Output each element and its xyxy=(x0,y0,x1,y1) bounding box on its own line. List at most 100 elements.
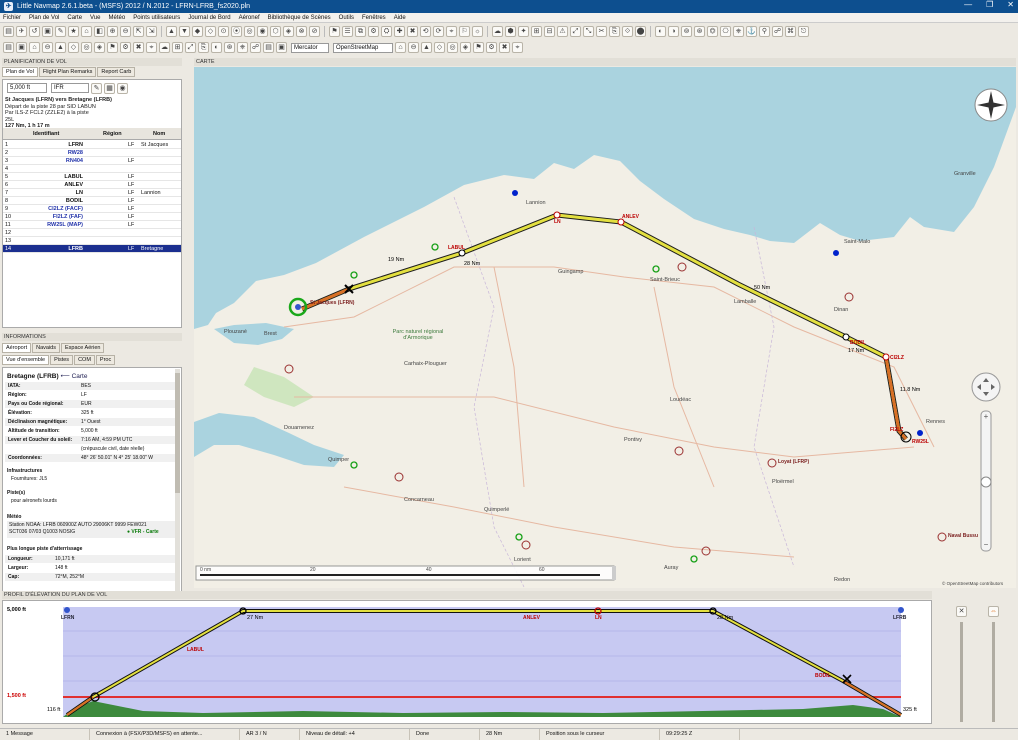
toolbar-tool-icon[interactable]: ▣ xyxy=(42,26,53,37)
maximize-button[interactable]: ❐ xyxy=(986,0,993,9)
toolbar-map-icon[interactable]: ⎈ xyxy=(237,42,248,53)
toolbar-tool-icon[interactable]: ⧉ xyxy=(355,26,366,37)
toolbar-tool-icon[interactable]: ⦿ xyxy=(231,26,242,37)
toolbar-tool-icon[interactable]: ⊚ xyxy=(681,26,692,37)
tab-flightplan[interactable]: Plan de Vol xyxy=(2,67,38,77)
table-row[interactable]: 14 LFRB LF Bretagne xyxy=(3,245,181,253)
tab-overview[interactable]: Vue d'ensemble xyxy=(2,355,50,365)
waypoint-label-ln[interactable]: LN xyxy=(554,219,561,225)
toolbar-tool-icon[interactable]: ⚲ xyxy=(759,26,770,37)
profile-close-icon[interactable]: ✕ xyxy=(956,606,967,617)
toolbar-map-icon[interactable]: ⎘ xyxy=(198,42,209,53)
toolbar-tool-icon[interactable]: ⊘ xyxy=(309,26,320,37)
map-navigator[interactable] xyxy=(971,372,1001,402)
table-row[interactable]: 3 RN404 LF xyxy=(3,157,181,165)
toolbar-tool-icon[interactable]: ⌘ xyxy=(785,26,796,37)
menu-userpoints[interactable]: Points utilisateurs xyxy=(133,15,180,21)
menu-tools[interactable]: Outils xyxy=(339,15,354,21)
toolbar-tool-icon[interactable]: ◉ xyxy=(257,26,268,37)
tab-airport[interactable]: Aéroport xyxy=(2,343,32,353)
map-projection-select[interactable]: Mercator xyxy=(291,42,329,53)
toolbar-map-icon[interactable]: ▲ xyxy=(55,42,66,53)
table-row[interactable]: 1 LFRN LF St Jacques xyxy=(3,141,181,149)
menu-map[interactable]: Carte xyxy=(67,15,82,21)
toolbar-tool-icon[interactable]: ⬡ xyxy=(270,26,281,37)
toolbar-map-icon[interactable]: ▣ xyxy=(16,42,27,53)
toolbar-tool-icon[interactable]: ⎘ xyxy=(609,26,620,37)
toolbar-tool-icon[interactable]: ☰ xyxy=(342,26,353,37)
airport-label-naval[interactable]: Naval Bussu xyxy=(948,533,978,539)
toolbar-map-icon[interactable]: ☁ xyxy=(159,42,170,53)
toolbar-map-icon[interactable]: ⊞ xyxy=(172,42,183,53)
toolbar-tool-icon[interactable]: ★ xyxy=(68,26,79,37)
close-button[interactable]: ✕ xyxy=(1007,0,1014,9)
airport-label-loyat[interactable]: Loyat (LFRP) xyxy=(778,459,809,465)
toolbar-tool-icon[interactable]: ◧ xyxy=(94,26,105,37)
table-row[interactable]: 11 RW25L (MAP) LF xyxy=(3,221,181,229)
toolbar-map-icon[interactable]: ◈ xyxy=(94,42,105,53)
map-canvas[interactable]: + − xyxy=(194,67,1016,588)
toolbar-tool-icon[interactable]: ⊞ xyxy=(531,26,542,37)
minimize-button[interactable]: — xyxy=(964,0,972,9)
tab-com[interactable]: COM xyxy=(74,355,95,365)
menu-flightplan[interactable]: Plan de Vol xyxy=(29,15,59,21)
toolbar-tool-icon[interactable]: ⟳ xyxy=(433,26,444,37)
toolbar-tool-icon[interactable]: ⇲ xyxy=(146,26,157,37)
toolbar-tool-icon[interactable]: ⊙ xyxy=(218,26,229,37)
toolbar-map-icon[interactable]: ◐ xyxy=(211,42,222,53)
toolbar-map-icon[interactable]: ⊖ xyxy=(408,42,419,53)
toolbar-tool-icon[interactable]: ⤢ xyxy=(570,26,581,37)
status-messages[interactable]: 1 Message xyxy=(0,729,90,740)
toolbar-map-icon[interactable]: ◇ xyxy=(434,42,445,53)
toolbar-tool-icon[interactable]: ⟲ xyxy=(420,26,431,37)
toolbar-map-icon[interactable]: ⌖ xyxy=(512,42,523,53)
profile-expand-icon[interactable]: ⇔ xyxy=(988,606,999,617)
toolbar-map-icon[interactable]: ▣ xyxy=(276,42,287,53)
toolbar-tool-icon[interactable]: ✦ xyxy=(518,26,529,37)
info-scroll-thumb[interactable] xyxy=(175,373,180,493)
vfr-label[interactable]: VFR - Carte xyxy=(131,529,158,535)
waypoint-marker-anlev[interactable] xyxy=(553,211,561,219)
toolbar-tool-icon[interactable]: ⌖ xyxy=(446,26,457,37)
toolbar-tool-icon[interactable]: ◐ xyxy=(655,26,666,37)
zoom-slider-handle[interactable] xyxy=(980,476,992,488)
toolbar-tool-icon[interactable]: ⌂ xyxy=(81,26,92,37)
table-row[interactable]: 6 ANLEV LF xyxy=(3,181,181,189)
toolbar-map-icon[interactable]: ◇ xyxy=(68,42,79,53)
table-row[interactable]: 2 RW28 xyxy=(3,149,181,157)
weather-dot-2[interactable] xyxy=(833,250,839,256)
menu-windows[interactable]: Fenêtres xyxy=(362,15,386,21)
table-row[interactable]: 8 BODIL LF xyxy=(3,197,181,205)
table-row[interactable]: 9 CI2LZ (FACF) LF xyxy=(3,205,181,213)
table-row[interactable]: 7 LN LF Lannion xyxy=(3,189,181,197)
weather-dot-3[interactable] xyxy=(917,430,923,436)
table-row[interactable]: 10 FI2LZ (FAF) LF xyxy=(3,213,181,221)
toolbar-tool-icon[interactable]: ▲ xyxy=(166,26,177,37)
toolbar-map-icon[interactable]: ◎ xyxy=(447,42,458,53)
waypoint-label-rw25l[interactable]: RW25L xyxy=(912,439,929,445)
toolbar-map-icon[interactable]: ◎ xyxy=(81,42,92,53)
toolbar-tool-icon[interactable]: ⚙ xyxy=(368,26,379,37)
toolbar-tool-icon[interactable]: ⊛ xyxy=(694,26,705,37)
menu-view[interactable]: Vue xyxy=(90,15,100,21)
toolbar-tool-icon[interactable]: ⎋ xyxy=(798,26,809,37)
tab-flightplan-remarks[interactable]: Flight Plan Remarks xyxy=(38,67,97,77)
toolbar-tool-icon[interactable]: ✂ xyxy=(596,26,607,37)
toolbar-tool-icon[interactable]: ⬢ xyxy=(505,26,516,37)
tab-airspace[interactable]: Espace Aérien xyxy=(60,343,105,353)
toolbar-tool-icon[interactable]: ◇ xyxy=(205,26,216,37)
table-row[interactable]: 13 xyxy=(3,237,181,245)
toolbar-map-icon[interactable]: ⚑ xyxy=(107,42,118,53)
toolbar-map-icon[interactable]: ⚙ xyxy=(120,42,131,53)
toolbar-tool-icon[interactable]: ✎ xyxy=(55,26,66,37)
toolbar-tool-icon[interactable]: ⊕ xyxy=(107,26,118,37)
tab-navaids[interactable]: Navaids xyxy=(32,343,60,353)
tab-runways[interactable]: Pistes xyxy=(50,355,74,365)
toolbar-map-icon[interactable]: ◈ xyxy=(460,42,471,53)
altitude-input[interactable]: 5,000 ft xyxy=(7,83,47,93)
toolbar-map-icon[interactable]: ⌂ xyxy=(29,42,40,53)
toolbar-map-icon[interactable]: ☍ xyxy=(250,42,261,53)
toolbar-tool-icon[interactable]: ⏣ xyxy=(707,26,718,37)
menu-scenery[interactable]: Bibliothèque de Scènes xyxy=(268,15,331,21)
toolbar-map-icon[interactable]: ✖ xyxy=(499,42,510,53)
